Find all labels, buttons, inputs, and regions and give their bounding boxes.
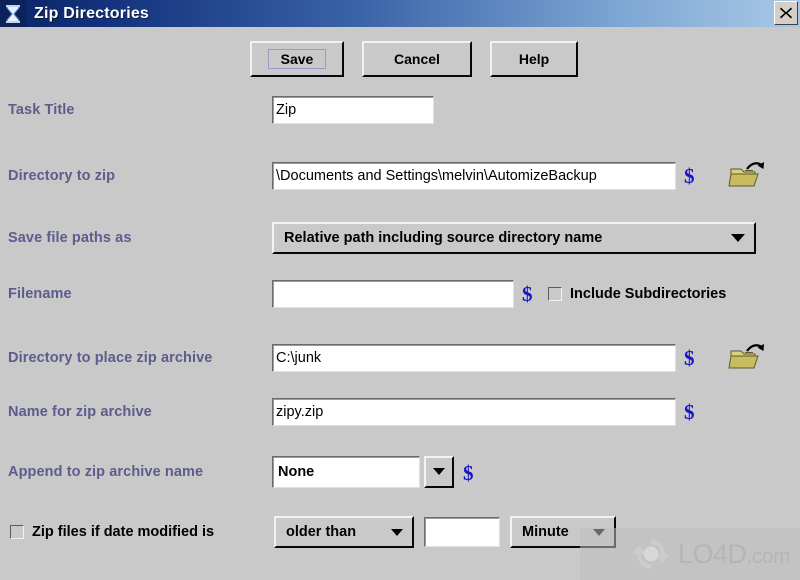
- zip-directories-dialog: Zip Directories Save Cancel Help Task Ti…: [0, 0, 800, 580]
- date-comparison-value: older than: [286, 524, 357, 540]
- include-subdirectories-label: Include Subdirectories: [570, 286, 727, 302]
- row-task-title: Task Title Zip: [0, 95, 800, 125]
- append-to-zip-archive-name-label: Append to zip archive name: [8, 464, 204, 480]
- append-to-zip-archive-name-value[interactable]: None: [272, 456, 420, 488]
- dialog-button-row: Save Cancel Help: [250, 41, 578, 77]
- chevron-down-icon: [592, 528, 606, 537]
- directory-to-place-zip-archive-browse-button[interactable]: [728, 341, 768, 373]
- zip-files-if-date-modified-checkbox[interactable]: Zip files if date modified is: [10, 524, 214, 540]
- append-to-zip-archive-name-combobox[interactable]: None: [272, 456, 458, 488]
- directory-to-zip-label: Directory to zip: [8, 168, 116, 184]
- help-button[interactable]: Help: [490, 41, 578, 77]
- directory-to-zip-browse-button[interactable]: [728, 159, 768, 191]
- save-button-label: Save: [267, 49, 327, 69]
- name-for-zip-archive-input[interactable]: zipy.zip: [272, 398, 676, 426]
- append-to-zip-archive-name-variable-button[interactable]: $: [463, 463, 474, 484]
- row-directory-to-place-zip-archive: Directory to place zip archive C:\junk $: [0, 343, 800, 373]
- filename-label: Filename: [8, 286, 72, 302]
- checkbox-box: [10, 525, 24, 539]
- task-title-label: Task Title: [8, 102, 75, 118]
- filename-input[interactable]: [272, 280, 514, 308]
- date-amount-input[interactable]: [424, 517, 500, 547]
- chevron-down-icon: [432, 463, 446, 481]
- row-save-file-paths-as: Save file paths as Relative path includi…: [0, 222, 800, 254]
- chevron-down-icon: [730, 233, 746, 243]
- directory-to-zip-variable-button[interactable]: $: [684, 166, 695, 187]
- cancel-button[interactable]: Cancel: [362, 41, 472, 77]
- date-comparison-dropdown[interactable]: older than: [274, 516, 414, 548]
- include-subdirectories-checkbox[interactable]: Include Subdirectories: [548, 286, 726, 302]
- name-for-zip-archive-label: Name for zip archive: [8, 404, 152, 420]
- directory-to-place-zip-archive-label: Directory to place zip archive: [8, 350, 213, 366]
- close-icon[interactable]: [774, 1, 798, 25]
- directory-to-place-zip-archive-input[interactable]: C:\junk: [272, 344, 676, 372]
- append-dropdown-button[interactable]: [424, 456, 454, 488]
- row-directory-to-zip: Directory to zip \Documents and Settings…: [0, 161, 800, 191]
- hourglass-icon: [0, 0, 26, 27]
- checkbox-box: [548, 287, 562, 301]
- row-filename: Filename $ Include Subdirectories: [0, 279, 800, 309]
- date-unit-dropdown[interactable]: Minute: [510, 516, 616, 548]
- row-name-for-zip-archive: Name for zip archive zipy.zip $: [0, 397, 800, 427]
- help-button-label: Help: [518, 51, 550, 67]
- row-append-to-zip-archive-name: Append to zip archive name None $: [0, 456, 800, 488]
- zip-files-if-date-modified-label: Zip files if date modified is: [32, 524, 215, 540]
- save-file-paths-as-dropdown[interactable]: Relative path including source directory…: [272, 222, 756, 254]
- window-title: Zip Directories: [34, 4, 150, 22]
- name-for-zip-archive-variable-button[interactable]: $: [684, 402, 695, 423]
- row-zip-files-if-date-modified: Zip files if date modified is older than…: [0, 516, 800, 548]
- directory-to-zip-input[interactable]: \Documents and Settings\melvin\AutomizeB…: [272, 162, 676, 190]
- chevron-down-icon: [390, 528, 404, 537]
- cancel-button-label: Cancel: [394, 51, 440, 67]
- dialog-body: Save Cancel Help Task Title Zip Director…: [0, 27, 800, 580]
- titlebar: Zip Directories: [0, 0, 800, 27]
- task-title-input[interactable]: Zip: [272, 96, 434, 124]
- filename-variable-button[interactable]: $: [522, 284, 533, 305]
- save-button[interactable]: Save: [250, 41, 344, 77]
- save-file-paths-as-value: Relative path including source directory…: [284, 230, 603, 246]
- directory-to-place-zip-archive-variable-button[interactable]: $: [684, 348, 695, 369]
- watermark-suffix: .com: [746, 544, 790, 568]
- save-file-paths-as-label: Save file paths as: [8, 230, 132, 246]
- date-unit-value: Minute: [522, 524, 569, 540]
